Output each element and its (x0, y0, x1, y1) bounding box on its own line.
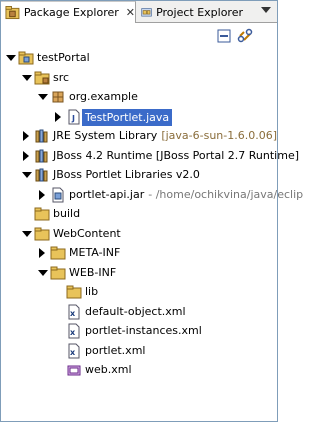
close-icon[interactable]: ✕ (126, 7, 135, 18)
tree-item-label: WEB-INF (69, 265, 117, 279)
expanded-chevron-down-icon[interactable] (22, 172, 32, 178)
tree-item-label: web.xml (85, 363, 132, 376)
view-tab-bar: Package Explorer ✕ Project Explorer (1, 1, 277, 23)
collapse-all-icon[interactable] (216, 28, 232, 44)
tree-item[interactable]: web.xml (1, 360, 277, 379)
folder-icon (34, 227, 50, 240)
tree-item[interactable]: WebContent (1, 224, 277, 243)
xml-file-icon: x (68, 323, 80, 339)
xml-file-icon: x (68, 343, 80, 358)
tree-item[interactable]: org.example (1, 87, 277, 106)
tree-item-label: lib (85, 285, 99, 298)
xml-file-icon: x (68, 304, 80, 319)
library-icon (35, 149, 48, 162)
expanded-chevron-down-icon[interactable] (38, 269, 48, 276)
tree-item[interactable]: testPortal (1, 48, 277, 67)
project-icon (18, 51, 34, 65)
svg-text:x: x (70, 348, 76, 357)
tree-item[interactable]: x default-object.xml (1, 302, 277, 321)
tree-item[interactable]: META-INF (1, 243, 277, 262)
tree-item-label: build (53, 207, 81, 220)
tree-item[interactable]: x portlet.xml (1, 341, 277, 360)
collapsed-chevron-right-icon[interactable] (23, 131, 29, 141)
expanded-chevron-down-icon[interactable] (38, 94, 48, 100)
library-icon (35, 129, 48, 143)
tree-item[interactable]: portlet-api.jar - /home/ochikvina/java/ec… (1, 185, 303, 204)
tree-item-label: JRE System Library (53, 129, 158, 142)
tree-item-label: TestPortlet.java (82, 108, 173, 126)
tab-label: Package Explorer (23, 6, 119, 19)
tree-item[interactable]: JBoss 4.2 Runtime [JBoss Portal 2.7 Runt… (1, 146, 299, 165)
tree-item-label: testPortal (37, 51, 90, 64)
package-explorer-view: Package Explorer ✕ Project Explorer test… (0, 0, 303, 422)
collapsed-chevron-right-icon[interactable] (39, 248, 45, 258)
source-folder-icon (34, 71, 50, 84)
package-icon (52, 91, 64, 103)
view-toolbar (1, 24, 277, 46)
svg-text:x: x (70, 328, 76, 337)
webxml-file-icon (67, 365, 81, 376)
tree-item[interactable]: JBoss Portlet Libraries v2.0 (1, 165, 277, 184)
svg-text:x: x (70, 309, 76, 318)
collapsed-chevron-right-icon[interactable] (39, 189, 45, 200)
tree-item-label: portlet-instances.xml (85, 324, 202, 337)
tab-package-explorer[interactable]: Package Explorer ✕ (1, 1, 136, 23)
collapsed-chevron-right-icon[interactable] (55, 111, 61, 122)
tree-item[interactable]: build (1, 204, 277, 223)
project-explorer-icon (141, 8, 152, 17)
folder-icon (50, 266, 66, 279)
tree-item-label: META-INF (69, 246, 121, 259)
tree-item[interactable]: JRE System Library [java-6-sun-1.6.0.06] (1, 126, 277, 145)
java-file-icon: J (68, 109, 80, 124)
tree-item[interactable]: WEB-INF (1, 263, 277, 282)
tree-item-label: portlet.xml (85, 343, 146, 357)
tree-item-label: default-object.xml (85, 304, 186, 318)
tree-item[interactable]: src (1, 68, 277, 87)
collapsed-chevron-right-icon[interactable] (23, 150, 29, 161)
folder-icon (34, 207, 50, 221)
tree-item-label: WebContent (53, 226, 121, 240)
tree-item[interactable]: J TestPortlet.java (1, 107, 277, 126)
expanded-chevron-down-icon[interactable] (22, 230, 32, 237)
library-icon (35, 168, 48, 182)
tree-item-label: portlet-api.jar (69, 187, 145, 201)
tree-item[interactable]: x portlet-instances.xml (1, 321, 277, 340)
tree-item-label: JBoss 4.2 Runtime [JBoss Portal 2.7 Runt… (53, 148, 300, 162)
tree-item-label: src (53, 70, 70, 84)
expanded-chevron-down-icon[interactable] (22, 74, 32, 81)
folder-icon (66, 285, 82, 299)
tree-item-label: JBoss Portlet Libraries v2.0 (53, 168, 200, 181)
tree-item-decoration: [java-6-sun-1.6.0.06] (161, 129, 278, 142)
jar-icon (52, 187, 64, 202)
view-menu-chevron-down-icon[interactable] (261, 7, 271, 13)
svg-text:J: J (71, 114, 75, 123)
folder-icon (50, 246, 66, 260)
tree-item-decoration: - /home/ochikvina/java/eclip (148, 187, 304, 201)
tree-item-label: org.example (69, 90, 138, 103)
tab-project-explorer[interactable]: Project Explorer (137, 1, 243, 23)
link-with-editor-icon[interactable] (237, 28, 253, 44)
expanded-chevron-down-icon[interactable] (6, 55, 16, 61)
package-explorer-icon (5, 5, 20, 19)
tree-item[interactable]: lib (1, 282, 277, 301)
tab-label: Project Explorer (156, 5, 243, 19)
